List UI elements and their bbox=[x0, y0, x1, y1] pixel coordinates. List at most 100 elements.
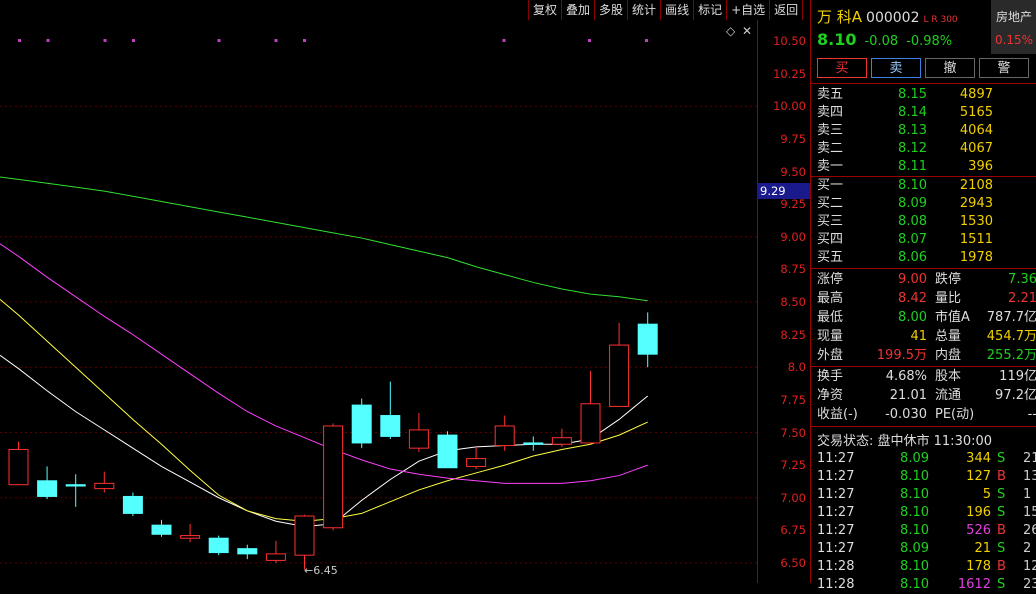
candle bbox=[180, 535, 201, 539]
price-tick: 9.25 bbox=[780, 197, 806, 212]
price-tick: 10.50 bbox=[773, 34, 806, 48]
toolbar-button-7[interactable]: 返回 bbox=[769, 0, 804, 20]
candle bbox=[580, 403, 601, 444]
price-tick: 9.50 bbox=[780, 164, 806, 179]
grid-dot bbox=[645, 39, 648, 42]
toolbar-button-6[interactable]: +自选 bbox=[726, 0, 769, 20]
candlestick-chart[interactable] bbox=[0, 0, 757, 583]
toolbar-button-3[interactable]: 统计 bbox=[627, 0, 660, 20]
order-book-row: 卖一 8.11 396 bbox=[817, 159, 993, 175]
price-tick: 7.25 bbox=[780, 458, 806, 473]
candle bbox=[37, 480, 58, 497]
grid-dot bbox=[103, 39, 107, 42]
ma-line-3 bbox=[0, 176, 648, 302]
candle bbox=[151, 524, 172, 535]
order-book-row: 买五 8.06 1978 bbox=[817, 249, 993, 265]
grid-dot bbox=[274, 39, 278, 42]
candle bbox=[466, 458, 487, 467]
candle bbox=[437, 434, 458, 469]
tick-row: 11:27 8.10 196 S 15 bbox=[817, 505, 1036, 520]
stock-flags: L R 300 bbox=[923, 15, 958, 25]
candle bbox=[265, 553, 286, 561]
candle bbox=[294, 515, 315, 556]
price-tick: 7.75 bbox=[780, 392, 806, 407]
tick-row: 11:27 8.10 5 S 1 bbox=[817, 487, 1032, 502]
tick-row: 11:27 8.10 127 B 13 bbox=[817, 469, 1036, 484]
candle bbox=[408, 429, 429, 449]
candle bbox=[237, 548, 258, 555]
toolbar-button-5[interactable]: 标记 bbox=[693, 0, 726, 20]
candle bbox=[351, 404, 372, 444]
price-change-pct: -0.98% bbox=[906, 34, 953, 49]
candle bbox=[637, 323, 658, 355]
grid-dot bbox=[132, 39, 135, 42]
candle bbox=[65, 484, 86, 487]
price-tick: 9.00 bbox=[780, 229, 806, 244]
trade-status: 交易状态: 盘中休市 11:30:00 bbox=[817, 434, 993, 449]
order-book-row: 买四 8.07 1511 bbox=[817, 231, 993, 247]
sector-change: 0.15% bbox=[994, 33, 1034, 47]
price-tick: 8.50 bbox=[780, 295, 806, 309]
stock-code: 000002 bbox=[866, 10, 920, 26]
sell-button[interactable]: 卖 bbox=[871, 58, 921, 78]
trade-buttons: 买 卖 撤 警 bbox=[817, 58, 1029, 78]
candle bbox=[523, 442, 544, 445]
cancel-order-button[interactable]: 撤 bbox=[925, 58, 975, 78]
divider bbox=[811, 426, 1036, 427]
price-tick: 8.75 bbox=[780, 262, 806, 277]
stock-name: 万 科A bbox=[817, 8, 863, 26]
tick-row: 11:27 8.09 344 S 21 bbox=[817, 451, 1036, 466]
order-book-row: 卖五 8.15 4897 bbox=[817, 87, 993, 102]
grid-dot bbox=[588, 39, 591, 42]
quote-panel: 万 科A 000002 L R 300 房地产 0.15% 8.10 -0.08… bbox=[810, 0, 1036, 592]
diamond-icon[interactable]: ◇ bbox=[726, 24, 735, 38]
divider bbox=[811, 268, 1036, 269]
tick-row: 11:28 8.10 1612 S 23 bbox=[817, 577, 1036, 592]
toolbar-button-4[interactable]: 画线 bbox=[660, 0, 693, 20]
price-tick: 8.25 bbox=[780, 327, 806, 342]
stock-title: 万 科A 000002 L R 300 bbox=[817, 6, 958, 27]
tick-row: 11:27 8.10 526 B 26 bbox=[817, 523, 1036, 538]
buy-button[interactable]: 买 bbox=[817, 58, 867, 78]
low-price-marker: ←6.45 bbox=[304, 564, 338, 577]
stat-row: 最低 8.00 市值A 787.7亿 bbox=[817, 310, 1036, 325]
stat-row: 收益(-)-0.030PE(动)-- bbox=[817, 407, 1036, 422]
price-tick: 7.50 bbox=[780, 425, 806, 440]
order-book-row: 买一 8.10 2108 bbox=[817, 177, 993, 193]
alert-button[interactable]: 警 bbox=[979, 58, 1029, 78]
candle bbox=[494, 425, 515, 447]
divider bbox=[811, 83, 1036, 84]
stat-row: 净资 21.01 流通 97.2亿 bbox=[817, 388, 1036, 403]
divider bbox=[811, 366, 1036, 367]
price-tick: 6.50 bbox=[780, 556, 806, 570]
candle bbox=[609, 344, 630, 407]
candle bbox=[8, 448, 29, 486]
toolbar-button-0[interactable]: 复权 bbox=[528, 0, 561, 20]
candle bbox=[323, 425, 344, 529]
grid-dot bbox=[217, 39, 221, 42]
candle bbox=[122, 495, 143, 514]
order-book-row: 买二 8.09 2943 bbox=[817, 195, 993, 211]
order-book-row: 卖二 8.12 4067 bbox=[817, 141, 993, 157]
grid-dot bbox=[303, 39, 306, 42]
stat-row: 最高 8.42 量比 2.21 bbox=[817, 291, 1036, 306]
toolbar-button-2[interactable]: 多股 bbox=[594, 0, 627, 20]
candle bbox=[551, 437, 572, 445]
toolbar-button-1[interactable]: 叠加 bbox=[561, 0, 594, 20]
sector-box[interactable]: 房地产 0.15% bbox=[991, 0, 1036, 54]
order-book-row: 买三 8.08 1530 bbox=[817, 213, 993, 229]
price-tick: 6.75 bbox=[780, 523, 806, 538]
grid-dot bbox=[18, 39, 21, 42]
current-price-label: 9.29 bbox=[757, 183, 810, 199]
price-tick: 8.0 bbox=[787, 360, 806, 375]
candle bbox=[380, 415, 401, 437]
price-row: 8.10 -0.08 -0.98% bbox=[817, 30, 952, 49]
price-tick: 10.25 bbox=[773, 66, 806, 81]
stat-row: 外盘 199.5万 内盘 255.2万 bbox=[817, 348, 1036, 363]
price-change: -0.08 bbox=[864, 34, 899, 49]
stat-row: 换手 4.68% 股本 119亿 bbox=[817, 369, 1036, 384]
close-icon[interactable]: ✕ bbox=[742, 24, 752, 38]
grid-dot bbox=[502, 39, 506, 42]
price-axis: 10.50 10.25 10.00 9.75 9.50 9.25 9.00 8.75 8.50 8… bbox=[757, 20, 810, 583]
tick-row: 11:28 8.10 178 B 12 bbox=[817, 559, 1036, 574]
